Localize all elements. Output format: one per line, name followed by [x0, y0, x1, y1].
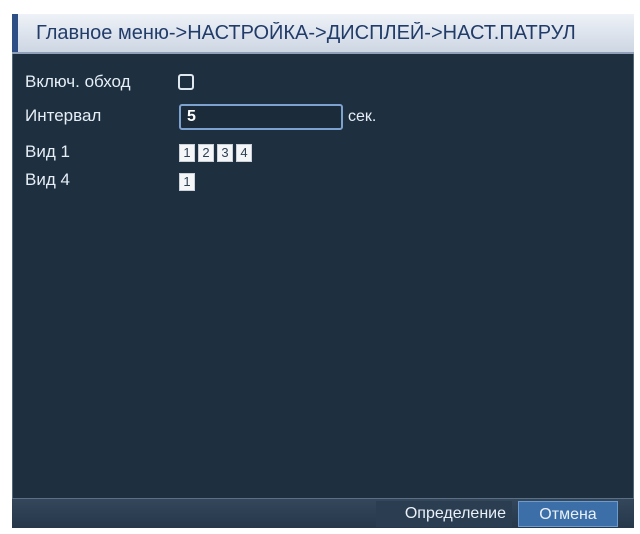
ok-button[interactable]: Определение — [376, 501, 512, 527]
view1-channel-4[interactable]: 4 — [236, 144, 252, 162]
enable-patrol-label: Включ. обход — [25, 72, 131, 91]
interval-unit: сек. — [348, 108, 377, 125]
view1-channel-3[interactable]: 3 — [217, 144, 233, 162]
interval-input[interactable] — [179, 104, 343, 130]
title-bar: Главное меню->НАСТРОЙКА->ДИСПЛЕЙ->НАСТ.П… — [12, 14, 634, 54]
view1-channel-2[interactable]: 2 — [198, 144, 214, 162]
cancel-button[interactable]: Отмена — [518, 501, 618, 527]
interval-label: Интервал — [25, 106, 102, 125]
view1-channel-1[interactable]: 1 — [179, 144, 195, 162]
enable-patrol-checkbox[interactable] — [178, 74, 194, 90]
breadcrumb: Главное меню->НАСТРОЙКА->ДИСПЛЕЙ->НАСТ.П… — [36, 22, 576, 44]
patrol-settings-window: Главное меню->НАСТРОЙКА->ДИСПЛЕЙ->НАСТ.П… — [0, 0, 640, 534]
view4-channel-1[interactable]: 1 — [179, 173, 195, 191]
view4-label: Вид 4 — [25, 170, 70, 189]
title-accent — [12, 14, 18, 52]
footer-bar: Определение Отмена — [12, 498, 634, 528]
view1-label: Вид 1 — [25, 142, 70, 161]
settings-panel: Включ. обход Интервал сек. Вид 1 1 2 3 4… — [12, 54, 634, 498]
